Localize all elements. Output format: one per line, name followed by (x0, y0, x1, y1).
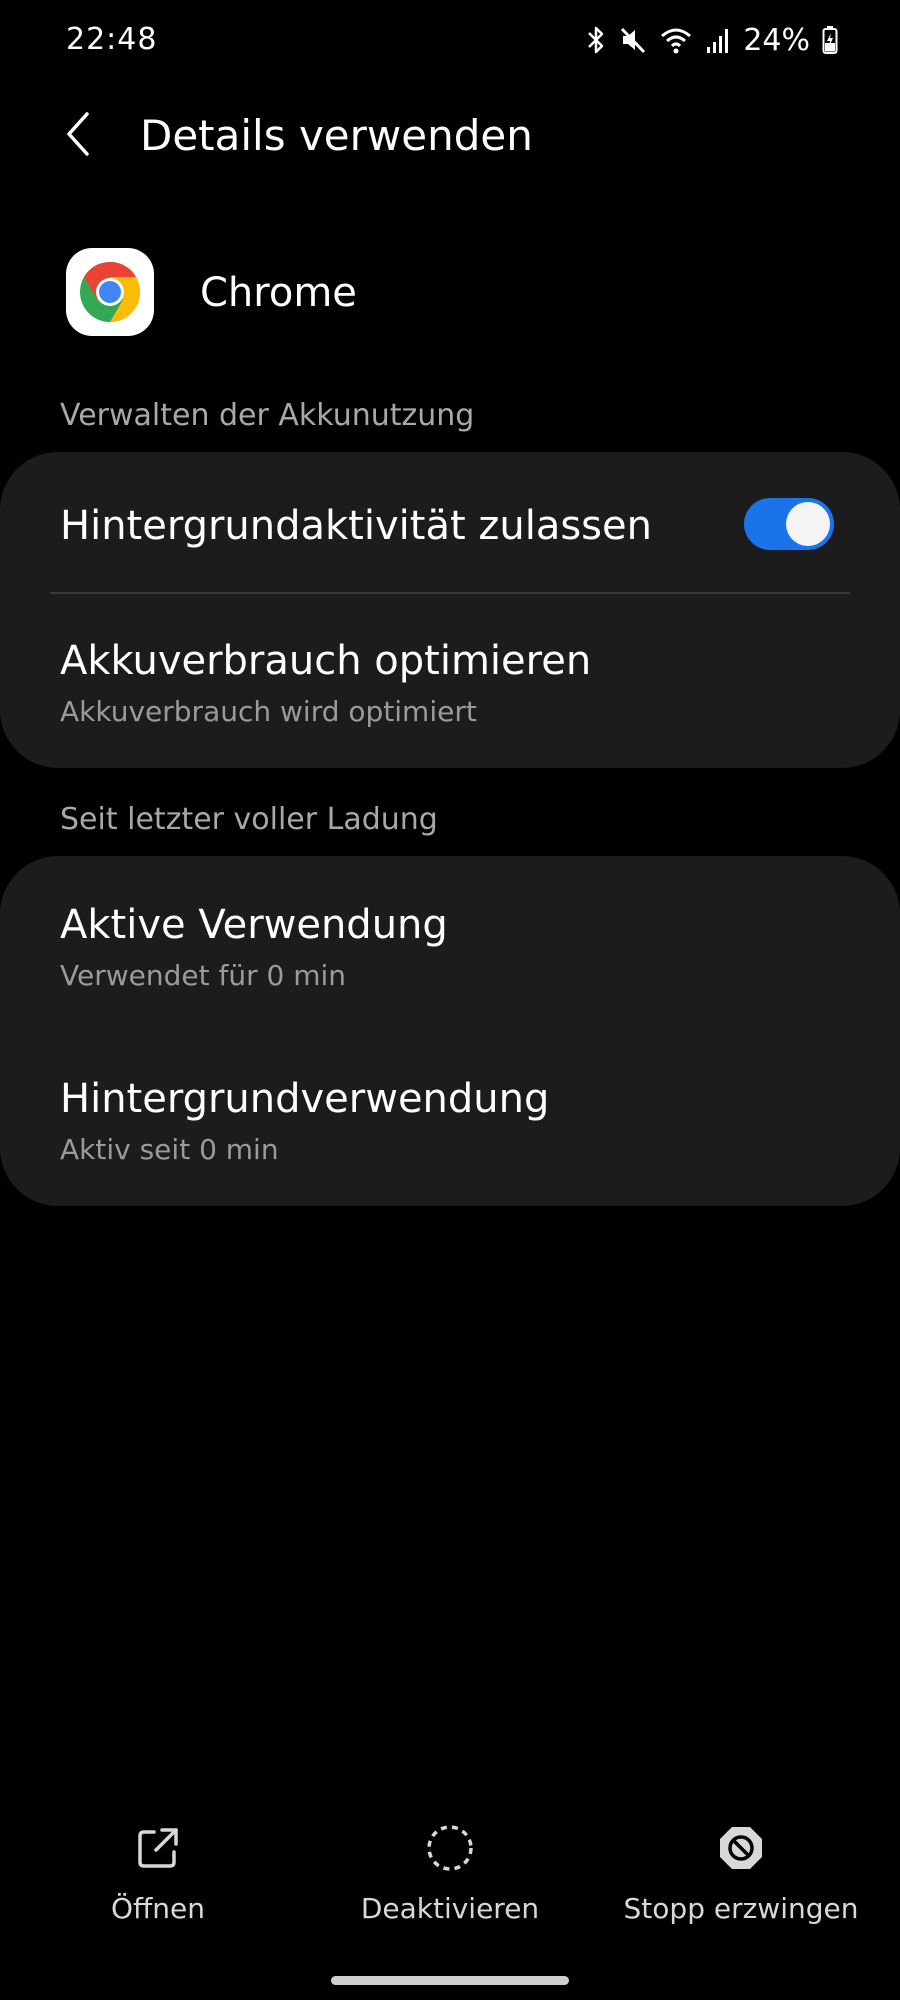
optimize-battery-label: Akkuverbrauch optimieren (60, 638, 592, 684)
open-button[interactable]: Öffnen (38, 1820, 278, 1940)
status-bar: 22:48 24% (0, 0, 900, 80)
chrome-icon (66, 248, 154, 336)
chevron-left-icon (63, 110, 93, 162)
section-header-usage: Seit letzter voller Ladung (60, 802, 438, 837)
background-use-row[interactable]: Hintergrundverwendung Aktiv seit 0 min (60, 1074, 840, 1168)
open-external-icon (130, 1820, 186, 1876)
wifi-icon (659, 25, 693, 55)
force-stop-button[interactable]: Stopp erzwingen (621, 1820, 861, 1940)
page-title: Details verwenden (140, 111, 533, 160)
bluetooth-icon (585, 25, 607, 55)
force-stop-icon (713, 1820, 769, 1876)
active-use-row[interactable]: Aktive Verwendung Verwendet für 0 min (60, 900, 840, 994)
active-use-value: Verwendet für 0 min (60, 959, 347, 992)
disable-button[interactable]: Deaktivieren (330, 1820, 570, 1940)
mute-icon (619, 25, 647, 55)
section-header-battery: Verwalten der Akkunutzung (60, 398, 475, 433)
divider (50, 592, 850, 594)
disable-label: Deaktivieren (360, 1892, 540, 1925)
battery-settings-card: Hintergrundaktivität zulassen Akkuverbra… (0, 452, 900, 768)
optimize-battery-row[interactable]: Akkuverbrauch optimieren Akkuverbrauch w… (60, 636, 840, 730)
back-button[interactable] (50, 108, 106, 164)
battery-charging-icon (822, 25, 838, 55)
dashed-circle-icon (422, 1820, 478, 1876)
status-icons: 24% (585, 20, 838, 60)
home-indicator[interactable] (331, 1976, 569, 1985)
background-activity-row[interactable]: Hintergrundaktivität zulassen (60, 496, 840, 556)
toggle-knob (786, 502, 830, 546)
background-activity-label: Hintergrundaktivität zulassen (60, 503, 652, 549)
background-use-value: Aktiv seit 0 min (60, 1133, 279, 1166)
bottom-action-bar: Öffnen Deaktivieren Stopp erzwingen (0, 1820, 900, 1940)
usage-card: Aktive Verwendung Verwendet für 0 min Hi… (0, 856, 900, 1206)
active-use-label: Aktive Verwendung (60, 902, 448, 948)
app-info-row: Chrome (0, 240, 900, 350)
app-name: Chrome (200, 270, 357, 316)
force-stop-label: Stopp erzwingen (623, 1892, 859, 1925)
battery-percent: 24% (743, 22, 810, 58)
background-use-label: Hintergrundverwendung (60, 1076, 550, 1122)
app-bar: Details verwenden (0, 90, 900, 180)
signal-icon (705, 25, 731, 55)
open-label: Öffnen (110, 1892, 206, 1925)
status-time: 22:48 (66, 22, 158, 57)
background-activity-toggle[interactable] (744, 498, 834, 550)
optimize-battery-status: Akkuverbrauch wird optimiert (60, 695, 477, 728)
